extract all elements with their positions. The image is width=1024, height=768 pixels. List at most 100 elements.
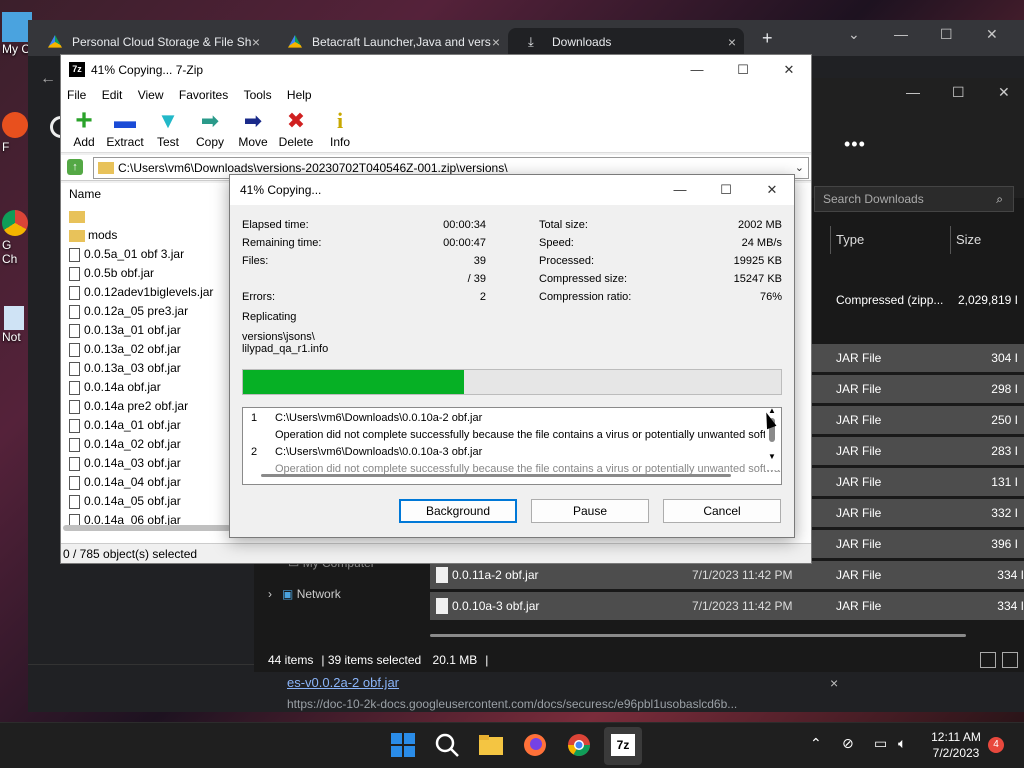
maximize-icon[interactable]: ☐: [721, 55, 765, 85]
menu-tools[interactable]: Tools: [238, 85, 278, 105]
test-button[interactable]: ▼ Test: [155, 107, 181, 149]
tab-betacraft[interactable]: Betacraft Launcher,Java and vers ×: [268, 28, 508, 56]
show-hidden-icons-chevron-up-icon[interactable]: ⌃: [810, 735, 822, 752]
menu-help[interactable]: Help: [281, 85, 318, 105]
file-name: 0.0.14a_03 obf.jar: [84, 456, 181, 470]
display-icon[interactable]: ▭: [874, 735, 887, 752]
log-entry-number: 1: [251, 412, 258, 424]
details-view-icon[interactable]: [980, 652, 996, 668]
column-header-type[interactable]: Type: [836, 232, 864, 247]
column-header-name[interactable]: Name: [69, 187, 101, 201]
network-disconnected-icon[interactable]: ⊘: [842, 735, 854, 752]
list-item[interactable]: 0.0.13a_01 obf.jar: [69, 321, 181, 340]
7zip-taskbar-button[interactable]: 7z: [604, 727, 642, 765]
chevron-down-icon[interactable]: ⌄: [795, 158, 804, 178]
minimize-icon[interactable]: —: [675, 55, 719, 85]
tab-downloads[interactable]: ⤓ Downloads ×: [508, 28, 744, 56]
list-item[interactable]: 0.0.14a_02 obf.jar: [69, 435, 181, 454]
close-icon[interactable]: ✕: [767, 55, 811, 85]
close-icon[interactable]: ✕: [998, 84, 1010, 101]
file-size: 250 I: [991, 413, 1018, 427]
column-divider[interactable]: [950, 226, 951, 254]
close-icon[interactable]: ×: [252, 28, 260, 56]
back-arrow-icon[interactable]: ←: [40, 70, 56, 88]
list-item[interactable]: 0.0.14a pre2 obf.jar: [69, 397, 188, 416]
search-button[interactable]: [434, 732, 460, 758]
minimize-icon[interactable]: —: [658, 175, 702, 205]
file-name: 0.0.14a_01 obf.jar: [84, 418, 181, 432]
desktop-icon-chrome[interactable]: G Ch: [2, 210, 30, 266]
table-row[interactable]: 0.0.11a-2 obf.jar 7/1/2023 11:42 PM JAR …: [430, 561, 1024, 589]
close-icon[interactable]: ✕: [750, 175, 794, 205]
menu-view[interactable]: View: [132, 85, 170, 105]
tiles-view-icon[interactable]: [1002, 652, 1018, 668]
list-item[interactable]: 0.0.14a_05 obf.jar: [69, 492, 181, 511]
close-icon[interactable]: ✕: [986, 26, 998, 43]
chrome-button[interactable]: [566, 732, 592, 758]
desktop-icon-firefox[interactable]: F: [2, 112, 30, 154]
volume-icon[interactable]: 🔈︎: [898, 735, 906, 752]
pause-button[interactable]: Pause: [531, 499, 649, 523]
table-row[interactable]: 0.0.10a-3 obf.jar 7/1/2023 11:42 PM JAR …: [430, 592, 1024, 620]
7zip-logo-icon: 7z: [611, 734, 635, 756]
google-drive-icon: [48, 35, 62, 48]
desktop-icon-notepad[interactable]: Not: [2, 306, 30, 344]
close-icon[interactable]: ×: [830, 675, 838, 691]
move-button[interactable]: ➡ Move: [237, 107, 269, 149]
start-button[interactable]: [390, 732, 416, 758]
chevron-down-icon[interactable]: ▼: [768, 452, 776, 461]
column-header-size[interactable]: Size: [956, 232, 981, 247]
extract-button[interactable]: ▬ Extract: [105, 107, 145, 149]
system-clock[interactable]: 12:11 AM 7/2/2023: [924, 729, 988, 761]
list-item[interactable]: 0.0.13a_03 obf.jar: [69, 359, 181, 378]
more-options-icon[interactable]: •••: [844, 134, 866, 155]
tool-label: Delete: [278, 135, 314, 149]
list-item[interactable]: 0.0.14a_01 obf.jar: [69, 416, 181, 435]
maximize-icon[interactable]: ☐: [940, 26, 953, 43]
background-button[interactable]: Background: [399, 499, 517, 523]
delete-button[interactable]: ✖ Delete: [277, 107, 315, 149]
move-icon: ➡: [243, 108, 263, 133]
list-item[interactable]: [69, 207, 88, 226]
list-item[interactable]: 0.0.14a obf.jar: [69, 378, 161, 397]
list-item[interactable]: 0.0.14a_03 obf.jar: [69, 454, 181, 473]
copy-button[interactable]: ➡ Copy: [195, 107, 225, 149]
add-button[interactable]: + Add: [69, 106, 99, 150]
minimize-icon[interactable]: —: [906, 84, 920, 100]
desktop-icon-this-pc[interactable]: My C: [2, 12, 32, 56]
selected-count: 39 items selected: [327, 653, 422, 667]
maximize-icon[interactable]: ☐: [952, 84, 965, 101]
cancel-button[interactable]: Cancel: [663, 499, 781, 523]
tab-google-drive[interactable]: Personal Cloud Storage & File Sh ×: [28, 28, 268, 56]
search-input[interactable]: Search Downloads ⌕: [814, 186, 1014, 212]
menu-file[interactable]: File: [61, 85, 92, 105]
menu-favorites[interactable]: Favorites: [173, 85, 234, 105]
info-button[interactable]: i Info: [327, 107, 353, 149]
list-item[interactable]: 0.0.14a_04 obf.jar: [69, 473, 181, 492]
close-icon[interactable]: ×: [728, 28, 736, 56]
column-divider[interactable]: [830, 226, 831, 254]
new-tab-button[interactable]: +: [762, 28, 773, 49]
list-item[interactable]: mods: [69, 226, 117, 245]
firefox-button[interactable]: [522, 732, 548, 758]
list-item[interactable]: 0.0.5b obf.jar: [69, 264, 154, 283]
list-item[interactable]: 0.0.12a_05 pre3.jar: [69, 302, 188, 321]
minimize-icon[interactable]: —: [894, 26, 908, 42]
list-item[interactable]: 0.0.13a_02 obf.jar: [69, 340, 181, 359]
close-icon[interactable]: ×: [492, 28, 500, 56]
file-explorer-button[interactable]: [478, 732, 504, 758]
horizontal-scrollbar[interactable]: [430, 634, 966, 637]
maximize-icon[interactable]: ☐: [704, 175, 748, 205]
download-file-link[interactable]: es-v0.0.2a-2 obf.jar: [287, 675, 399, 690]
notification-badge[interactable]: 4: [988, 737, 1004, 753]
menu-edit[interactable]: Edit: [96, 85, 129, 105]
horizontal-scrollbar[interactable]: [261, 474, 731, 477]
nav-item-network[interactable]: › ▣ Network: [268, 587, 341, 601]
tab-search-icon[interactable]: ⌄: [848, 26, 860, 43]
list-item[interactable]: 0.0.5a_01 obf 3.jar: [69, 245, 184, 264]
up-folder-icon[interactable]: ↑: [67, 159, 83, 175]
extract-icon: ▬: [114, 108, 136, 133]
list-item[interactable]: 0.0.12adev1biglevels.jar: [69, 283, 213, 302]
horizontal-scrollbar[interactable]: [63, 525, 231, 531]
file-type: JAR File: [836, 444, 882, 458]
